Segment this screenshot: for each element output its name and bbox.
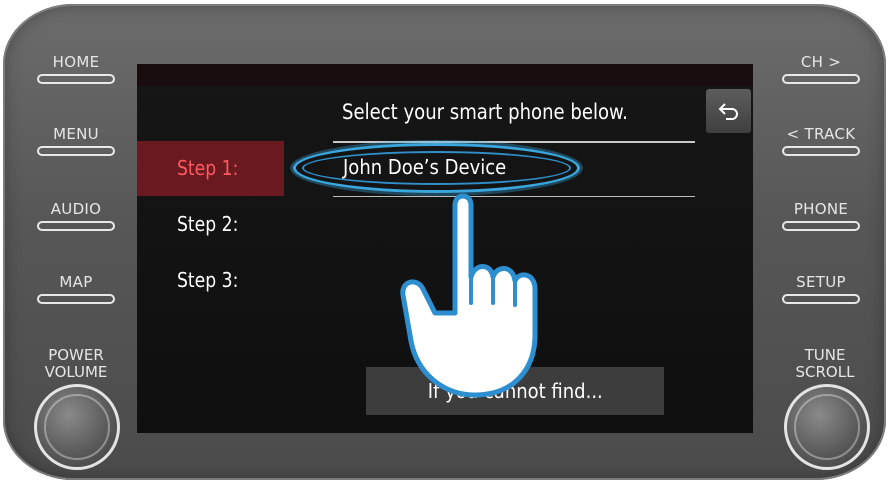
menu-button-pill <box>37 146 115 156</box>
power-volume-knob[interactable] <box>34 384 120 470</box>
title-divider <box>333 141 695 143</box>
phone-button-label: PHONE <box>793 200 849 218</box>
volume-label: VOLUME <box>44 363 108 381</box>
home-button-label: HOME <box>52 53 100 71</box>
track-back-button-label: < TRACK <box>786 125 856 143</box>
status-strip <box>137 64 753 86</box>
scroll-label: SCROLL <box>795 363 855 381</box>
phone-button-pill <box>782 221 860 231</box>
page-title: Select your smart phone below. <box>342 100 628 124</box>
channel-up-button-label: CH > <box>800 53 842 71</box>
power-label: POWER <box>48 346 104 364</box>
menu-button-label: MENU <box>53 125 99 143</box>
audio-button-pill <box>37 221 115 231</box>
step-1-label: Step 1: <box>177 156 239 180</box>
setup-button-label: SETUP <box>796 273 846 291</box>
step-2-label: Step 2: <box>177 212 239 236</box>
map-button-pill <box>37 294 115 304</box>
step-3-label: Step 3: <box>177 268 239 292</box>
power-volume-label: POWER VOLUME <box>26 347 126 381</box>
tune-scroll-label: TUNE SCROLL <box>775 347 875 381</box>
home-button-pill <box>37 74 115 84</box>
map-button-label: MAP <box>59 273 93 291</box>
back-button[interactable] <box>706 89 751 133</box>
tune-label: TUNE <box>804 346 846 364</box>
home-button[interactable]: HOME <box>30 54 122 84</box>
channel-up-button[interactable]: CH > <box>775 54 867 84</box>
phone-button[interactable]: PHONE <box>775 201 867 231</box>
track-back-button[interactable]: < TRACK <box>775 126 867 156</box>
setup-button[interactable]: SETUP <box>775 274 867 304</box>
back-arrow-icon <box>718 103 738 120</box>
track-back-button-pill <box>782 146 860 156</box>
setup-button-pill <box>782 294 860 304</box>
audio-button[interactable]: AUDIO <box>30 201 122 231</box>
audio-button-label: AUDIO <box>50 200 102 218</box>
menu-button[interactable]: MENU <box>30 126 122 156</box>
channel-up-button-pill <box>782 74 860 84</box>
map-button[interactable]: MAP <box>30 274 122 304</box>
tune-scroll-knob[interactable] <box>784 384 870 470</box>
pointing-hand-icon <box>400 193 538 398</box>
